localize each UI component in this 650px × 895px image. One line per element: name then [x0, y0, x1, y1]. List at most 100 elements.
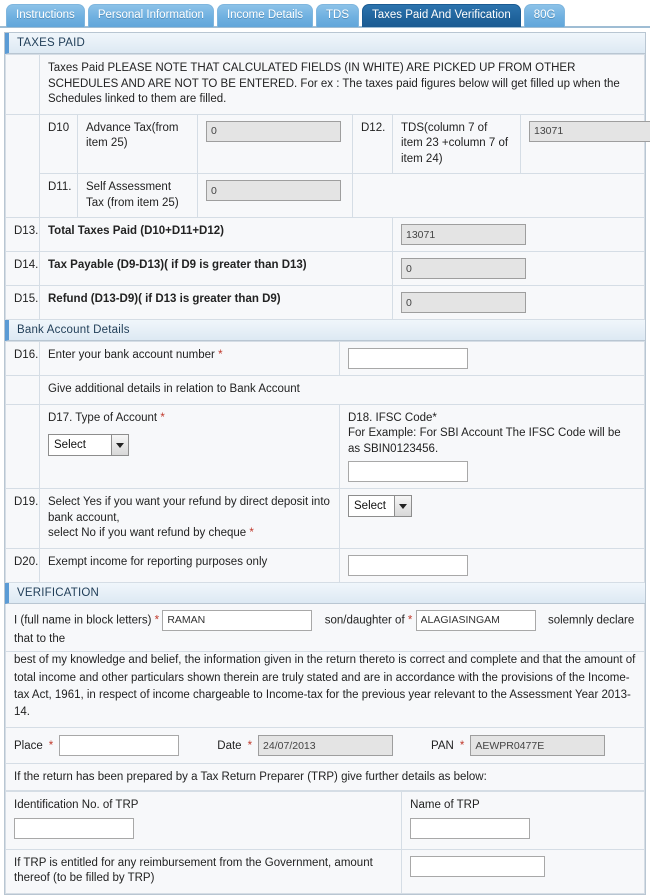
account-type-cell: D17. Type of Account * Select — [39, 403, 340, 490]
trp-table: Identification No. of TRP Name of TRP If… — [4, 791, 645, 894]
taxes-paid-table: Taxes Paid PLEASE NOTE THAT CALCULATED F… — [5, 54, 650, 321]
tab-bar: Instructions Personal Information Income… — [0, 0, 650, 28]
row-code-d11: D11. — [39, 173, 78, 219]
row-field-d19: Select — [339, 488, 645, 549]
row-code-d12: D12. — [352, 113, 393, 175]
row-label-d10: Advance Tax(from item 25) — [77, 113, 198, 175]
ifsc-cell: D18. IFSC Code* For Example: For SBI Acc… — [339, 403, 645, 490]
row-code-d20: D20. — [5, 547, 40, 583]
section-header-taxes-paid: TAXES PAID — [5, 33, 645, 54]
required-marker: * — [247, 739, 253, 752]
tab-80g[interactable]: 80G — [523, 3, 566, 27]
note-spacer — [5, 54, 40, 115]
bank-account-number-input[interactable] — [348, 348, 468, 370]
place-date-pan-row: Place * Date * PAN * — [5, 728, 645, 765]
trp-id-cell: Identification No. of TRP — [4, 791, 403, 850]
trp-name-input[interactable] — [410, 817, 531, 839]
row-code-d14: D14. — [5, 251, 40, 287]
row-field-d15 — [392, 285, 645, 321]
tab-taxes-paid-and-verification[interactable]: Taxes Paid And Verification — [362, 3, 521, 27]
tab-personal-information[interactable]: Personal Information — [87, 3, 214, 27]
row-label-d11: Self Assessment Tax (from item 25) — [77, 173, 198, 219]
trp-reimbursement-field-cell — [401, 848, 645, 894]
ifsc-label: IFSC Code* — [375, 411, 437, 424]
tab-tds[interactable]: TDS — [316, 3, 359, 27]
row-field-d14 — [392, 251, 645, 287]
row-label-d14: Tax Payable (D9-D13)( if D9 is greater t… — [39, 251, 393, 287]
ifsc-code-input[interactable] — [348, 461, 468, 483]
full-name-label: I (full name in block letters) — [14, 614, 152, 627]
refund-mode-selected-value: Select — [354, 500, 386, 513]
trp-name-label: Name of TRP — [410, 799, 480, 812]
table-row: D20. Exempt income for reporting purpose… — [5, 547, 645, 583]
tab-instructions[interactable]: Instructions — [6, 3, 85, 27]
total-taxes-paid-input[interactable] — [401, 224, 526, 246]
account-type-code: D17. — [48, 411, 73, 424]
self-assessment-tax-input[interactable] — [206, 180, 341, 202]
table-row: D19. Select Yes if you want your refund … — [5, 488, 645, 549]
row-code-d13: D13. — [5, 217, 40, 253]
father-name-input[interactable] — [415, 609, 536, 631]
advance-tax-input[interactable] — [206, 120, 341, 142]
row-label-d13: Total Taxes Paid (D10+D11+D12) — [39, 217, 393, 253]
table-row: D15. Refund (D13-D9)( if D13 is greater … — [5, 285, 645, 321]
row-spacer — [5, 113, 40, 219]
tab-income-details[interactable]: Income Details — [216, 3, 313, 27]
row-code-d16: D16. — [5, 341, 40, 377]
table-row: Taxes Paid PLEASE NOTE THAT CALCULATED F… — [5, 54, 645, 115]
place-input[interactable] — [59, 735, 180, 757]
trp-intro-text: If the return has been prepared by a Tax… — [5, 764, 645, 792]
row-label-d20: Exempt income for reporting purposes onl… — [39, 547, 340, 583]
row-spacer — [5, 375, 40, 405]
row-code-d15: D15. — [5, 285, 40, 321]
place-label: Place — [14, 739, 43, 752]
ifsc-hint: For Example: For SBI Account The IFSC Co… — [348, 427, 621, 455]
refund-input[interactable] — [401, 292, 526, 314]
row-field-d12 — [520, 113, 650, 175]
table-row: If TRP is entitled for any reimbursement… — [4, 848, 645, 894]
table-row: D13. Total Taxes Paid (D10+D11+D12) — [5, 217, 645, 253]
table-row: D17. Type of Account * Select D18. IFSC … — [5, 403, 645, 490]
additional-details-label: Give additional details in relation to B… — [39, 375, 645, 405]
table-row: Identification No. of TRP Name of TRP — [4, 791, 645, 850]
tax-form: TAXES PAID Taxes Paid PLEASE NOTE THAT C… — [4, 32, 650, 895]
verification-declaration-text: best of my knowledge and belief, the inf… — [5, 652, 645, 729]
exempt-income-input[interactable] — [348, 554, 468, 576]
date-input[interactable] — [258, 735, 394, 757]
tds-input[interactable] — [529, 120, 650, 142]
relation-label: son/daughter of — [324, 614, 405, 627]
account-type-select[interactable]: Select — [48, 434, 129, 457]
bank-account-table: D16. Enter your bank account number * Gi… — [5, 341, 645, 583]
empty-cell — [352, 173, 645, 219]
account-type-label: Type of Account — [75, 411, 158, 424]
trp-reimbursement-label-cell: If TRP is entitled for any reimbursement… — [4, 848, 403, 894]
section-header-verification: VERIFICATION — [5, 582, 645, 604]
verification-name-line: I (full name in block letters) * son/dau… — [5, 603, 645, 653]
trp-reimbursement-input[interactable] — [410, 855, 546, 877]
row-code-d19: D19. — [5, 488, 40, 549]
pan-input[interactable] — [470, 735, 606, 757]
refund-mode-label-line1: Select Yes if you want your refund by di… — [48, 496, 330, 524]
row-field-d16 — [339, 341, 645, 377]
required-marker: * — [218, 349, 223, 362]
table-row: D14. Tax Payable (D9-D13)( if D9 is grea… — [5, 251, 645, 287]
table-row: D10 Advance Tax(from item 25) D12. TDS(c… — [5, 113, 650, 219]
table-row: Give additional details in relation to B… — [5, 375, 645, 405]
row-field-d20 — [339, 547, 645, 583]
tax-payable-input[interactable] — [401, 258, 526, 280]
trp-id-input[interactable] — [14, 817, 134, 839]
full-name-input[interactable] — [162, 609, 313, 631]
row-field-d13 — [392, 217, 645, 253]
refund-mode-label-line2: select No if you want refund by cheque — [48, 527, 247, 540]
refund-mode-select[interactable]: Select — [348, 495, 412, 518]
required-marker: * — [48, 739, 54, 752]
table-row: D11. Self Assessment Tax (from item 25) — [6, 173, 645, 219]
row-spacer — [5, 403, 40, 490]
date-label: Date — [217, 739, 242, 752]
required-marker: * — [160, 411, 165, 424]
trp-id-label: Identification No. of TRP — [14, 799, 139, 812]
account-type-selected-value: Select — [54, 439, 86, 452]
refund-mode-label-line2-wrap: select No if you want refund by cheque * — [48, 526, 331, 542]
pan-label: PAN — [431, 739, 454, 752]
bank-account-number-label: Enter your bank account number — [48, 349, 215, 362]
